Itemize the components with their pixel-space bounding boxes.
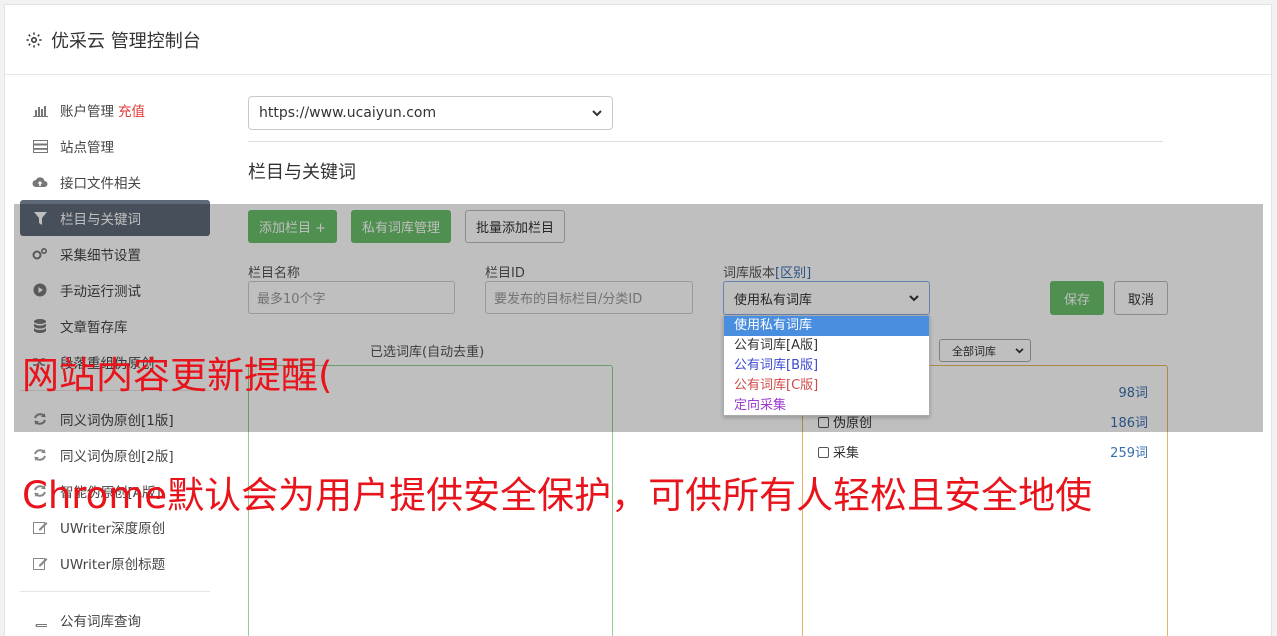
sidebar-item-interface[interactable]: 接口文件相关 (20, 164, 210, 200)
sidebar-item-label: 公有词库查询 (60, 614, 141, 630)
sidebar-item-sites[interactable]: 站点管理 (20, 128, 210, 164)
dropdown-option[interactable]: 使用私有词库 (724, 316, 929, 336)
sidebar-divider (20, 591, 210, 592)
sidebar-item-label: 接口文件相关 (60, 176, 141, 192)
dropdown-option[interactable]: 公有词库[B版] (724, 356, 929, 376)
overlay-subline: Chrome默认会为用户提供安全保护，可供所有人轻松且安全地使 (22, 474, 1093, 517)
sidebar-item-label: UWriter深度原创 (60, 521, 166, 537)
section-title: 栏目与关键词 (248, 162, 356, 183)
lib-row-count: 259词 (1110, 446, 1148, 461)
bar-chart-icon (32, 102, 48, 118)
overlay-headline: 网站内容更新提醒( (22, 354, 333, 397)
edit-icon (32, 519, 48, 535)
dropdown-option[interactable]: 定向采集 (724, 396, 929, 416)
site-select-value: https://www.ucaiyun.com (259, 105, 437, 121)
sidebar-item-label: 同义词伪原创[2版] (60, 449, 174, 465)
lib-version-dropdown[interactable]: 使用私有词库 公有词库[A版] 公有词库[B版] 公有词库[C版] 定向采集 (723, 315, 930, 416)
recharge-link[interactable]: 充值 (118, 100, 145, 120)
dropdown-option[interactable]: 公有词库[C版] (724, 376, 929, 396)
sidebar-item-uwriter-title[interactable]: UWriter原创标题 (20, 545, 210, 581)
book-icon (32, 612, 48, 628)
sidebar-item-public-lib[interactable]: 公有词库查询 (20, 602, 210, 636)
main-content: https://www.ucaiyun.com 栏目与关键词 (243, 96, 1163, 184)
lib-row[interactable]: 采集 259词 (818, 442, 1148, 461)
gear-icon (26, 32, 42, 47)
sidebar-item-label: 站点管理 (60, 140, 114, 156)
site-select[interactable]: https://www.ucaiyun.com (248, 96, 613, 130)
refresh-icon (32, 447, 48, 463)
lib-row-name: 采集 (833, 446, 860, 461)
page-header: 优采云 管理控制台 (5, 5, 1271, 75)
lib-checkbox[interactable] (818, 447, 829, 458)
page-title: 优采云 管理控制台 (51, 30, 201, 52)
dropdown-option[interactable]: 公有词库[A版] (724, 336, 929, 356)
edit-icon (32, 555, 48, 571)
server-icon (32, 138, 48, 154)
chevron-down-icon (592, 105, 602, 121)
sidebar-item-label: 账户管理 (60, 104, 114, 120)
cloud-upload-icon (32, 174, 48, 190)
sidebar-item-account[interactable]: 账户管理 充值 (20, 92, 210, 128)
sidebar-item-label: UWriter原创标题 (60, 557, 166, 573)
divider (248, 141, 1163, 142)
